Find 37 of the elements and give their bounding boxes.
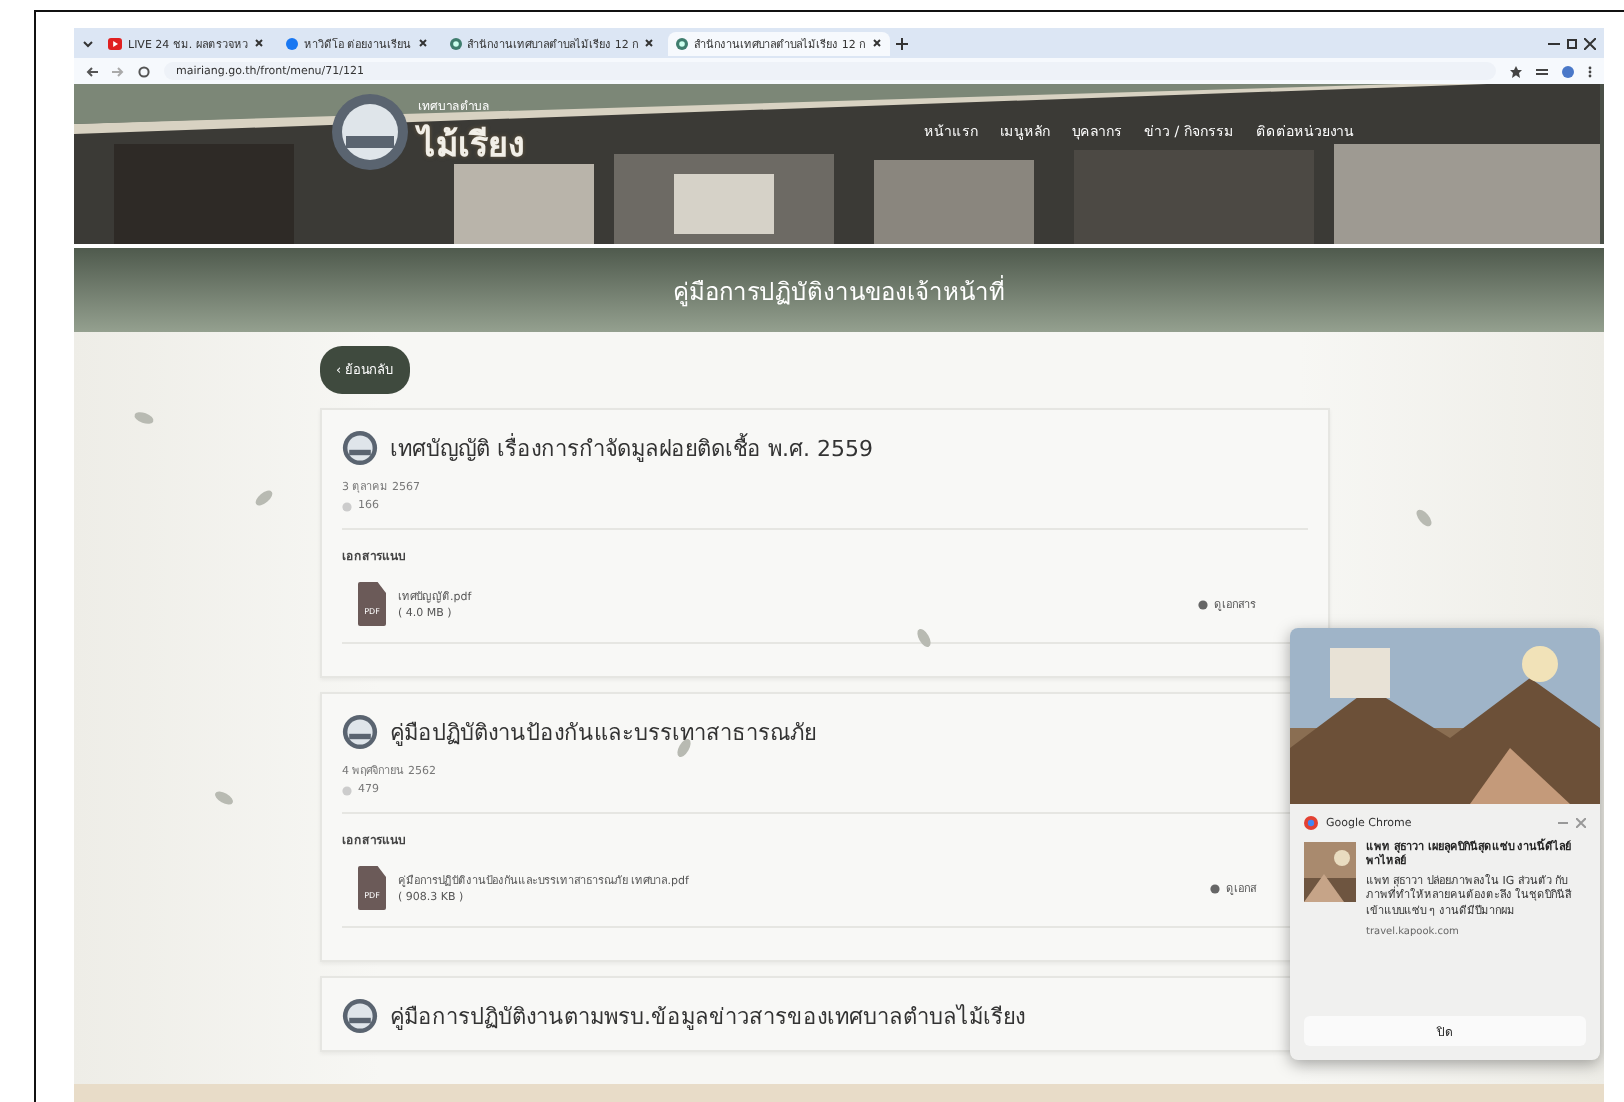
social-icon bbox=[285, 37, 298, 49]
minimize-icon[interactable] bbox=[1548, 37, 1560, 49]
document-title[interactable]: เทศบัญญัติ เรื่องการกำจัดมูลฝอยติดเชื้อ พ.ศ. 2559 bbox=[390, 430, 873, 466]
plus-icon[interactable] bbox=[895, 37, 908, 49]
chrome-icon bbox=[1304, 816, 1318, 830]
close-icon[interactable] bbox=[417, 38, 428, 48]
seal-icon bbox=[342, 998, 378, 1034]
seal-icon bbox=[342, 714, 378, 750]
eye-icon bbox=[1198, 599, 1208, 609]
leaf-icon bbox=[913, 626, 935, 650]
leaf-icon bbox=[1413, 506, 1435, 530]
chevron-down-icon[interactable] bbox=[82, 37, 94, 49]
play-icon bbox=[108, 37, 122, 49]
reload-icon[interactable] bbox=[138, 65, 150, 77]
restore-icon[interactable] bbox=[1566, 37, 1578, 49]
page-title: คู่มือการปฏิบัติงานของเจ้าหน้าที่ bbox=[673, 273, 1005, 309]
seal-icon bbox=[449, 37, 462, 49]
close-icon[interactable] bbox=[1584, 37, 1596, 49]
close-icon[interactable] bbox=[253, 38, 264, 48]
star-icon[interactable] bbox=[1510, 65, 1522, 77]
eye-icon bbox=[342, 785, 352, 795]
seal-icon bbox=[676, 37, 689, 49]
leaf-icon bbox=[252, 487, 276, 509]
leaf-icon bbox=[212, 787, 236, 809]
document-title[interactable]: คู่มือการปฏิบัติงานตามพรบ.ข้อมูลข่าวสารของเทศบาลตำบลไม้เรียง bbox=[390, 998, 1025, 1034]
eye-icon bbox=[342, 501, 352, 511]
seal-icon bbox=[330, 92, 410, 172]
extensions-icon[interactable] bbox=[1536, 65, 1548, 77]
leaf-icon bbox=[132, 408, 156, 428]
close-icon[interactable] bbox=[644, 38, 655, 48]
close-icon[interactable] bbox=[871, 38, 882, 48]
profile-icon[interactable] bbox=[1562, 65, 1574, 77]
seal-icon bbox=[342, 430, 378, 466]
eye-icon bbox=[1210, 883, 1220, 893]
logo-name: ไม้เรียง bbox=[418, 122, 524, 169]
document-title[interactable]: คู่มือปฏิบัติงานป้องกันและบรรเทาสาธารณภัย bbox=[390, 714, 816, 750]
back-arrow-icon[interactable] bbox=[86, 65, 98, 77]
